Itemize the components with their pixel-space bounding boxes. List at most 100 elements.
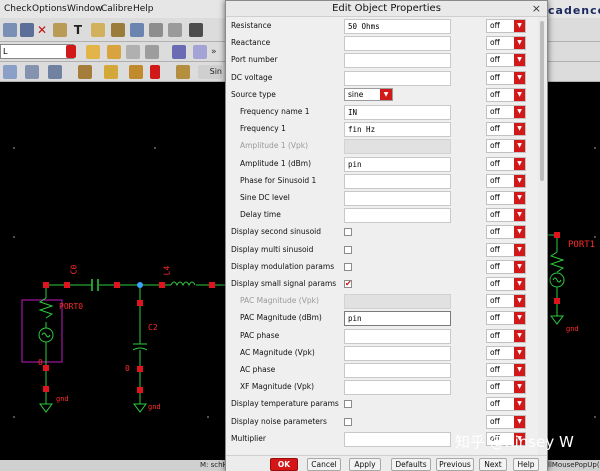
chevron-down-icon[interactable]: ▼ bbox=[514, 106, 525, 118]
chevron-down-icon[interactable]: ▼ bbox=[514, 278, 525, 290]
wire-icon[interactable] bbox=[111, 23, 125, 37]
display-mode-select[interactable]: off ▼ bbox=[486, 208, 526, 223]
display-mode-select[interactable]: off ▼ bbox=[486, 225, 526, 240]
text-tool-icon[interactable]: T bbox=[71, 23, 85, 37]
chevron-down-icon[interactable]: ▼ bbox=[514, 260, 525, 273]
defaults-button[interactable]: Defaults bbox=[391, 458, 431, 471]
menu-help[interactable]: Help bbox=[133, 4, 154, 14]
ok-button[interactable]: OK bbox=[270, 458, 298, 471]
property-checkbox[interactable] bbox=[344, 228, 352, 237]
chevron-down-icon[interactable]: ▼ bbox=[514, 346, 525, 359]
library-icon[interactable] bbox=[107, 45, 121, 59]
hierarchy-icon[interactable] bbox=[126, 45, 140, 59]
simulation-icon[interactable]: Sin bbox=[198, 65, 222, 79]
next-button[interactable]: Next bbox=[479, 458, 507, 471]
undo-icon[interactable] bbox=[149, 23, 163, 37]
pencil-icon[interactable] bbox=[91, 23, 105, 37]
property-icon[interactable] bbox=[104, 65, 118, 79]
display-mode-select[interactable]: off ▼ bbox=[486, 259, 526, 274]
zoom-icon[interactable] bbox=[193, 45, 207, 59]
pin-icon[interactable] bbox=[129, 65, 143, 79]
display-mode-select[interactable]: off ▼ bbox=[486, 414, 526, 429]
chevron-down-icon[interactable]: ▼ bbox=[380, 88, 392, 100]
chevron-down-icon[interactable]: ▼ bbox=[514, 192, 525, 204]
chevron-down-icon[interactable]: ▼ bbox=[514, 140, 525, 153]
property-value-field[interactable]: pin bbox=[344, 311, 451, 327]
chevron-down-icon[interactable]: ▼ bbox=[514, 157, 525, 170]
menu-calibre[interactable]: Calibre bbox=[101, 4, 133, 14]
overflow-icon[interactable]: » bbox=[211, 45, 225, 59]
display-mode-select[interactable]: off ▼ bbox=[486, 191, 526, 205]
cancel-button[interactable]: Cancel bbox=[307, 458, 341, 471]
netlist-icon[interactable] bbox=[189, 23, 203, 37]
chevron-down-icon[interactable]: ▼ bbox=[514, 243, 525, 256]
property-value-field[interactable] bbox=[344, 70, 451, 86]
display-mode-select[interactable]: off ▼ bbox=[486, 36, 526, 51]
new-icon[interactable] bbox=[3, 23, 17, 37]
pin-dropdown-icon[interactable] bbox=[150, 65, 160, 79]
descend-icon[interactable] bbox=[145, 45, 159, 59]
display-mode-select[interactable]: off ▼ bbox=[486, 277, 526, 291]
display-mode-select[interactable]: off ▼ bbox=[486, 19, 526, 33]
cell-dropdown-icon[interactable] bbox=[66, 45, 76, 58]
property-value-field[interactable] bbox=[344, 173, 451, 189]
chevron-down-icon[interactable]: ▼ bbox=[514, 415, 525, 428]
property-value-field[interactable] bbox=[344, 208, 451, 224]
property-value-field[interactable] bbox=[344, 328, 451, 344]
property-checkbox[interactable] bbox=[344, 400, 352, 409]
redo-icon[interactable] bbox=[168, 23, 182, 37]
copy-icon[interactable] bbox=[53, 23, 67, 37]
property-checkbox[interactable] bbox=[344, 245, 352, 254]
display-mode-select[interactable]: off ▼ bbox=[486, 70, 526, 85]
property-checkbox[interactable]: ✔ bbox=[344, 280, 352, 288]
property-value-field[interactable] bbox=[344, 380, 451, 396]
display-mode-select[interactable]: off ▼ bbox=[486, 173, 526, 188]
chevron-down-icon[interactable]: ▼ bbox=[514, 381, 525, 394]
chevron-down-icon[interactable]: ▼ bbox=[514, 312, 525, 325]
folder-icon[interactable] bbox=[86, 45, 100, 59]
property-value-field[interactable] bbox=[344, 345, 451, 361]
property-value-field[interactable]: 50 Ohms bbox=[344, 19, 451, 34]
chevron-down-icon[interactable]: ▼ bbox=[514, 398, 525, 411]
display-mode-select[interactable]: off ▼ bbox=[486, 397, 526, 412]
vertical-scrollbar[interactable] bbox=[538, 17, 546, 455]
display-mode-select[interactable]: off ▼ bbox=[486, 87, 526, 102]
dialog-titlebar[interactable]: Edit Object Properties × bbox=[226, 1, 547, 17]
chevron-down-icon[interactable]: ▼ bbox=[514, 88, 525, 101]
display-mode-select[interactable]: off ▼ bbox=[486, 363, 526, 377]
save-icon[interactable] bbox=[20, 23, 34, 37]
chevron-down-icon[interactable]: ▼ bbox=[514, 71, 525, 84]
cell-name-field[interactable]: L bbox=[0, 44, 74, 59]
chevron-down-icon[interactable]: ▼ bbox=[514, 123, 525, 136]
property-value-field[interactable] bbox=[344, 363, 451, 378]
display-mode-select[interactable]: off ▼ bbox=[486, 242, 526, 257]
chevron-down-icon[interactable]: ▼ bbox=[514, 54, 525, 67]
source-type-select[interactable]: sine ▼ bbox=[344, 87, 393, 101]
grid-icon[interactable] bbox=[25, 65, 39, 79]
close-icon[interactable]: × bbox=[532, 2, 541, 15]
property-value-field[interactable] bbox=[344, 191, 451, 206]
property-value-field[interactable]: IN bbox=[344, 105, 451, 120]
display-mode-select[interactable]: off ▼ bbox=[486, 380, 526, 395]
chevron-down-icon[interactable]: ▼ bbox=[514, 364, 525, 376]
display-mode-select[interactable]: off ▼ bbox=[486, 53, 526, 68]
menu-check[interactable]: Check bbox=[4, 4, 32, 14]
apply-button[interactable]: Apply bbox=[349, 458, 381, 471]
inductor-l4[interactable] bbox=[170, 281, 196, 287]
panel-icon[interactable] bbox=[48, 65, 62, 79]
display-mode-select[interactable]: off ▼ bbox=[486, 311, 526, 326]
property-value-field[interactable]: fin Hz bbox=[344, 122, 451, 138]
layout-icon[interactable] bbox=[3, 65, 17, 79]
display-mode-select[interactable]: off ▼ bbox=[486, 139, 526, 154]
stretch-icon[interactable] bbox=[130, 23, 144, 37]
property-checkbox[interactable] bbox=[344, 262, 352, 271]
display-mode-select[interactable]: off ▼ bbox=[486, 122, 526, 137]
display-mode-select[interactable]: off ▼ bbox=[486, 156, 526, 171]
chevron-down-icon[interactable]: ▼ bbox=[514, 37, 525, 50]
menu-window[interactable]: Window bbox=[67, 4, 103, 14]
chevron-down-icon[interactable]: ▼ bbox=[514, 20, 525, 32]
chevron-down-icon[interactable]: ▼ bbox=[514, 209, 525, 222]
property-value-field[interactable] bbox=[344, 53, 451, 69]
display-mode-select[interactable]: off ▼ bbox=[486, 345, 526, 360]
property-value-field[interactable] bbox=[344, 431, 451, 447]
